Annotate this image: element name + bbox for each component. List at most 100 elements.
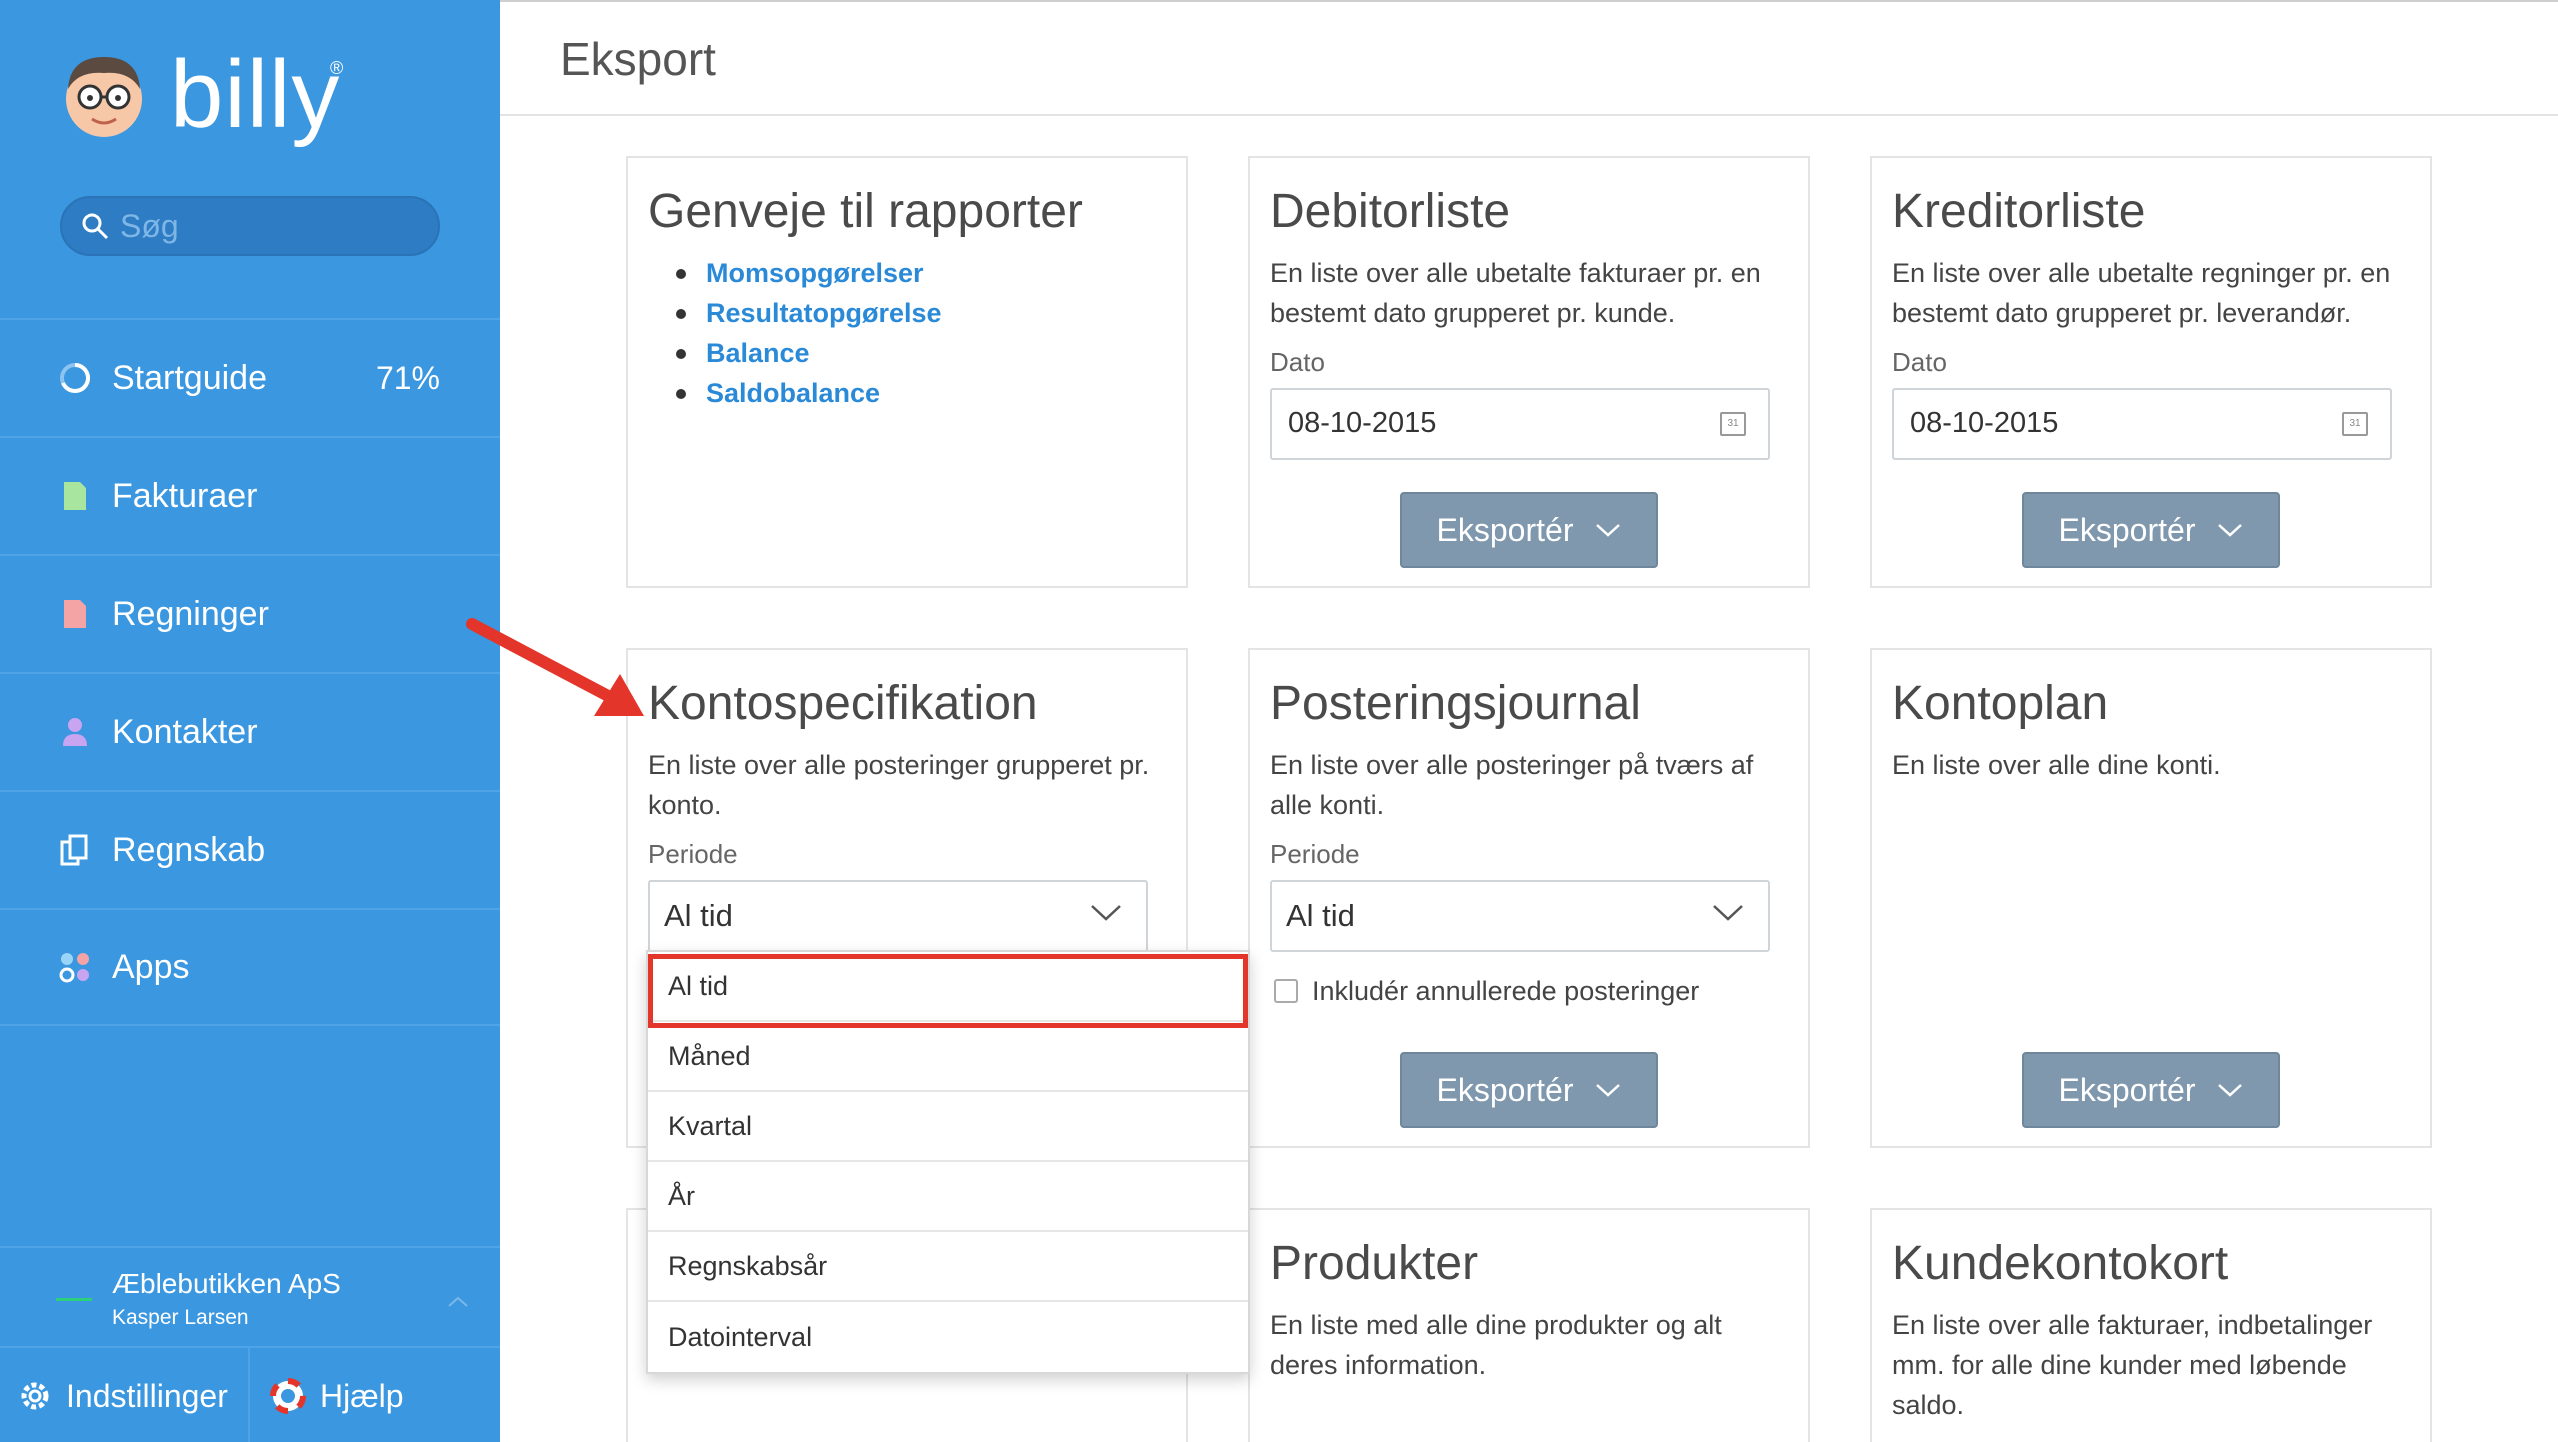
dropdown-option-maaned[interactable]: Måned — [648, 1022, 1248, 1092]
export-label: Eksportér — [2058, 1071, 2196, 1108]
dropdown-option-datointerval[interactable]: Datointerval — [648, 1302, 1248, 1372]
dropdown-option-aar[interactable]: År — [648, 1162, 1248, 1232]
link-balance[interactable]: Balance — [648, 333, 1166, 373]
calendar-icon[interactable]: 31 — [1720, 411, 1746, 436]
period-value: Al tid — [664, 897, 733, 933]
progress-badge: 71% — [375, 359, 440, 396]
export-button[interactable]: Eksportér — [1400, 492, 1658, 568]
chevron-down-icon — [2218, 1084, 2243, 1097]
card-description: En liste over alle dine konti. — [1892, 749, 2221, 780]
card-title: Kundekontokort — [1892, 1237, 2229, 1290]
export-label: Eksportér — [1436, 511, 1574, 548]
settings-button[interactable]: Indstillinger — [0, 1348, 250, 1442]
produkter-card: Produkter En liste med alle dine produkt… — [1248, 1208, 1810, 1442]
sidebar-item-kontakter[interactable]: Kontakter — [0, 672, 500, 790]
sidebar-nav: Startguide 71% Fakturaer Regninger Konta… — [0, 318, 500, 1026]
search-icon — [82, 213, 109, 240]
sidebar-item-startguide[interactable]: Startguide 71% — [0, 318, 500, 436]
document-green-icon — [58, 479, 92, 513]
kundekontokort-card: Kundekontokort En liste over alle faktur… — [1870, 1208, 2432, 1442]
ledger-icon — [58, 833, 92, 867]
include-cancelled-checkbox[interactable] — [1274, 979, 1298, 1004]
status-indicator — [56, 1298, 92, 1301]
card-title: Posteringsjournal — [1270, 677, 1641, 730]
chevron-down-icon — [1596, 524, 1621, 537]
chevron-down-icon — [1091, 904, 1121, 921]
sidebar-item-label: Regninger — [112, 594, 269, 633]
logo-text: billy — [170, 41, 341, 148]
search-box[interactable] — [60, 196, 440, 256]
period-value: Al tid — [1286, 897, 1355, 933]
date-value: 08-10-2015 — [1288, 407, 1437, 440]
posteringsjournal-card: Posteringsjournal En liste over alle pos… — [1248, 648, 1810, 1148]
card-title: Genveje til rapporter — [648, 185, 1083, 238]
date-label: Dato — [1270, 346, 1325, 377]
period-label: Periode — [648, 838, 738, 869]
card-description: En liste med alle dine produkter og alt … — [1270, 1309, 1722, 1380]
date-label: Dato — [1892, 346, 1947, 377]
sidebar-item-fakturaer[interactable]: Fakturaer — [0, 436, 500, 554]
help-label: Hjælp — [320, 1377, 404, 1414]
lifebuoy-icon — [270, 1378, 306, 1414]
company-switcher[interactable]: Æblebutikken ApS Kasper Larsen — [0, 1246, 500, 1344]
sidebar-item-label: Apps — [112, 947, 190, 986]
kreditor-card: Kreditorliste En liste over alle ubetalt… — [1870, 156, 2432, 588]
period-select[interactable]: Al tid — [648, 879, 1148, 952]
card-title: Debitorliste — [1270, 185, 1511, 238]
card-description: En liste over alle ubetalte regninger pr… — [1892, 257, 2391, 328]
document-red-icon — [58, 597, 92, 631]
sidebar-item-label: Fakturaer — [112, 476, 258, 515]
chevron-down-icon — [1713, 904, 1743, 921]
company-name: Æblebutikken ApS — [112, 1268, 341, 1299]
export-button[interactable]: Eksportér — [2022, 1052, 2280, 1128]
shortcuts-card: Genveje til rapporter Momsopgørelser Res… — [626, 156, 1188, 588]
card-description: En liste over alle posteringer på tværs … — [1270, 749, 1754, 820]
export-button[interactable]: Eksportér — [2022, 492, 2280, 568]
card-description: En liste over alle posteringer grupperet… — [648, 749, 1150, 820]
calendar-icon[interactable]: 31 — [2342, 411, 2368, 436]
link-resultatopgorelse[interactable]: Resultatopgørelse — [648, 293, 1166, 333]
highlight-box — [648, 954, 1248, 1028]
debitor-card: Debitorliste En liste over alle ubetalte… — [1248, 156, 1810, 588]
export-label: Eksportér — [2058, 511, 2196, 548]
card-description: En liste over alle ubetalte fakturaer pr… — [1270, 257, 1761, 328]
date-field[interactable]: 08-10-2015 31 — [1892, 387, 2392, 460]
chevron-down-icon — [1596, 1084, 1621, 1097]
sidebar-item-label: Kontakter — [112, 712, 258, 751]
link-saldobalance[interactable]: Saldobalance — [648, 373, 1166, 413]
person-icon — [58, 715, 92, 749]
checkbox-label: Inkludér annullerede posteringer — [1312, 975, 1700, 1006]
sidebar: billy ® Startguide 71% Fakturaer Re — [0, 0, 500, 1442]
page-title: Eksport — [560, 33, 716, 85]
chevron-down-icon — [2218, 524, 2243, 537]
include-cancelled-row[interactable]: Inkludér annullerede posteringer — [1270, 976, 1788, 1007]
date-field[interactable]: 08-10-2015 31 — [1270, 387, 1770, 460]
report-links: Momsopgørelser Resultatopgørelse Balance… — [648, 253, 1166, 413]
link-momsopgorelser[interactable]: Momsopgørelser — [648, 253, 1166, 293]
card-title: Kontospecifikation — [648, 677, 1038, 730]
billy-face-icon — [66, 57, 142, 137]
help-button[interactable]: Hjælp — [250, 1348, 404, 1442]
dropdown-option-regnskabsaar[interactable]: Regnskabsår — [648, 1232, 1248, 1302]
search-input[interactable] — [120, 207, 420, 245]
card-title: Kontoplan — [1892, 677, 2109, 730]
sidebar-item-regnskab[interactable]: Regnskab — [0, 790, 500, 908]
date-value: 08-10-2015 — [1910, 407, 2059, 440]
chevron-up-icon — [448, 1296, 468, 1307]
sidebar-footer: Indstillinger Hjælp — [0, 1346, 500, 1442]
period-label: Periode — [1270, 838, 1360, 869]
logo-registered-mark: ® — [330, 58, 344, 78]
sidebar-item-regninger[interactable]: Regninger — [0, 554, 500, 672]
export-label: Eksportér — [1436, 1071, 1574, 1108]
progress-ring-icon — [58, 361, 92, 395]
gear-icon — [21, 1382, 49, 1410]
period-select[interactable]: Al tid — [1270, 879, 1770, 952]
dropdown-option-kvartal[interactable]: Kvartal — [648, 1092, 1248, 1162]
logo[interactable]: billy ® — [60, 40, 344, 150]
sidebar-item-apps[interactable]: Apps — [0, 908, 500, 1026]
company-user: Kasper Larsen — [112, 1306, 249, 1329]
card-title: Kreditorliste — [1892, 185, 2146, 238]
top-bar: Eksport — [500, 0, 2558, 116]
annotation-arrow-icon — [466, 618, 644, 716]
export-button[interactable]: Eksportér — [1400, 1052, 1658, 1128]
